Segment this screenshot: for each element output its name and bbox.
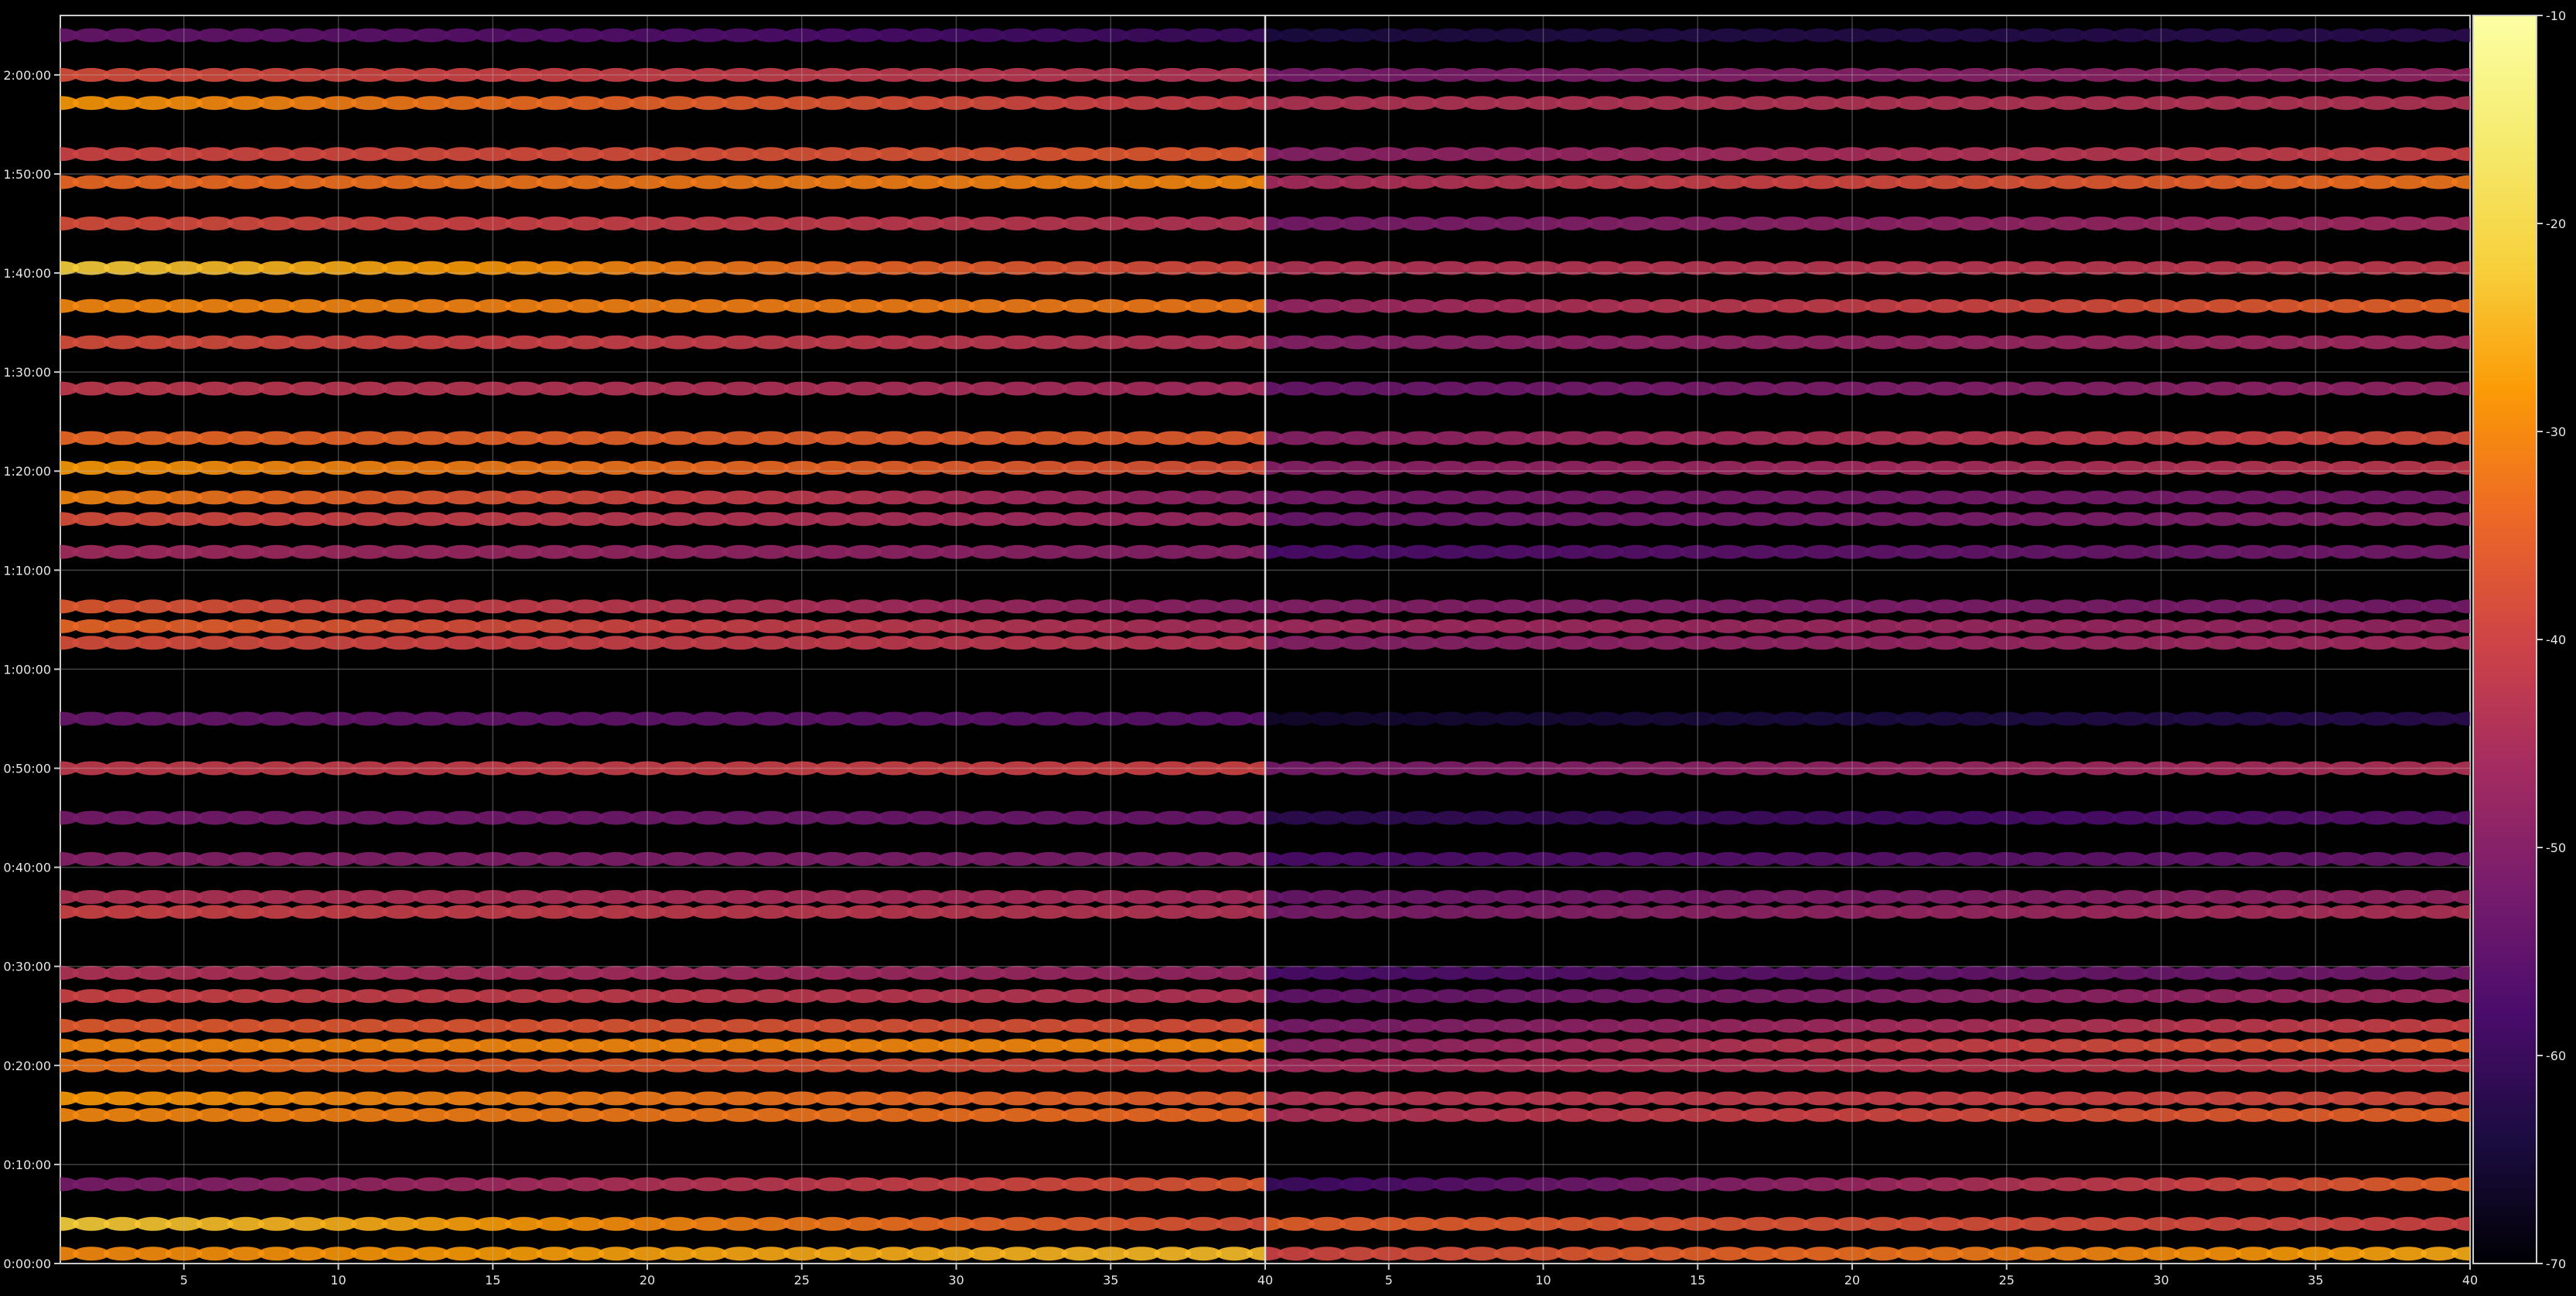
colorbar-tick-label: -30 (2546, 425, 2566, 439)
x-axis: 5 10 15 20 25 30 35 40 5 10 15 20 25 30 35 40 (180, 1264, 2478, 1287)
x-axis-panel-2: 5 10 15 20 25 30 35 40 (1385, 1264, 2478, 1287)
y-tick-label: 0:20:00 (3, 1059, 51, 1073)
colorbar-tick-label: -50 (2546, 841, 2566, 855)
colorbar-gradient (2472, 15, 2537, 1264)
y-axis: 0:00:00 0:10:00 0:20:00 0:30:00 0:40:00 0:50:… (3, 68, 60, 1271)
x-tick-label: 15 (485, 1273, 500, 1287)
colorbar: -10 -20 -30 -40 -50 -60 -70 (2472, 9, 2566, 1271)
x-axis-panel-1: 5 10 15 20 25 30 35 40 (180, 1264, 1273, 1287)
y-tick-label: 1:00:00 (3, 662, 51, 677)
y-tick-label: 1:50:00 (3, 167, 51, 182)
x-tick-label: 30 (2153, 1273, 2168, 1287)
x-tick-label: 40 (1257, 1273, 1273, 1287)
colorbar-tick-label: -70 (2546, 1257, 2566, 1271)
chart-svg: 0:00:00 0:10:00 0:20:00 0:30:00 0:40:00 0:50:… (3, 9, 2566, 1287)
y-tick-label: 0:10:00 (3, 1158, 51, 1172)
x-tick-label: 30 (948, 1273, 964, 1287)
x-tick-label: 10 (330, 1273, 346, 1287)
colorbar-tick-label: -60 (2546, 1049, 2566, 1063)
x-tick-label: 15 (1690, 1273, 1705, 1287)
y-tick-label: 1:30:00 (3, 365, 51, 380)
y-tick-label: 0:50:00 (3, 762, 51, 776)
x-tick-label: 40 (2462, 1273, 2478, 1287)
colorbar-tick-label: -40 (2546, 633, 2566, 647)
x-tick-label: 10 (1535, 1273, 1551, 1287)
y-tick-label: 2:00:00 (3, 68, 51, 83)
x-tick-label: 25 (1999, 1273, 2015, 1287)
x-tick-label: 20 (640, 1273, 655, 1287)
y-tick-label: 1:20:00 (3, 464, 51, 479)
x-tick-label: 5 (1385, 1273, 1393, 1287)
y-tick-label: 1:40:00 (3, 266, 51, 281)
y-tick-label: 0:30:00 (3, 960, 51, 974)
x-tick-label: 20 (1844, 1273, 1860, 1287)
colorbar-tick-label: -20 (2546, 217, 2566, 231)
x-tick-label: 5 (180, 1273, 188, 1287)
colorbar-tick-label: -10 (2546, 9, 2566, 23)
x-tick-label: 25 (794, 1273, 810, 1287)
x-tick-label: 35 (1103, 1273, 1118, 1287)
y-tick-label: 0:00:00 (3, 1257, 51, 1271)
spectrogram-chart: 0:00:00 0:10:00 0:20:00 0:30:00 0:40:00 0:50:… (0, 0, 2576, 1293)
x-tick-label: 35 (2308, 1273, 2323, 1287)
y-tick-label: 0:40:00 (3, 861, 51, 875)
y-tick-label: 1:10:00 (3, 563, 51, 578)
